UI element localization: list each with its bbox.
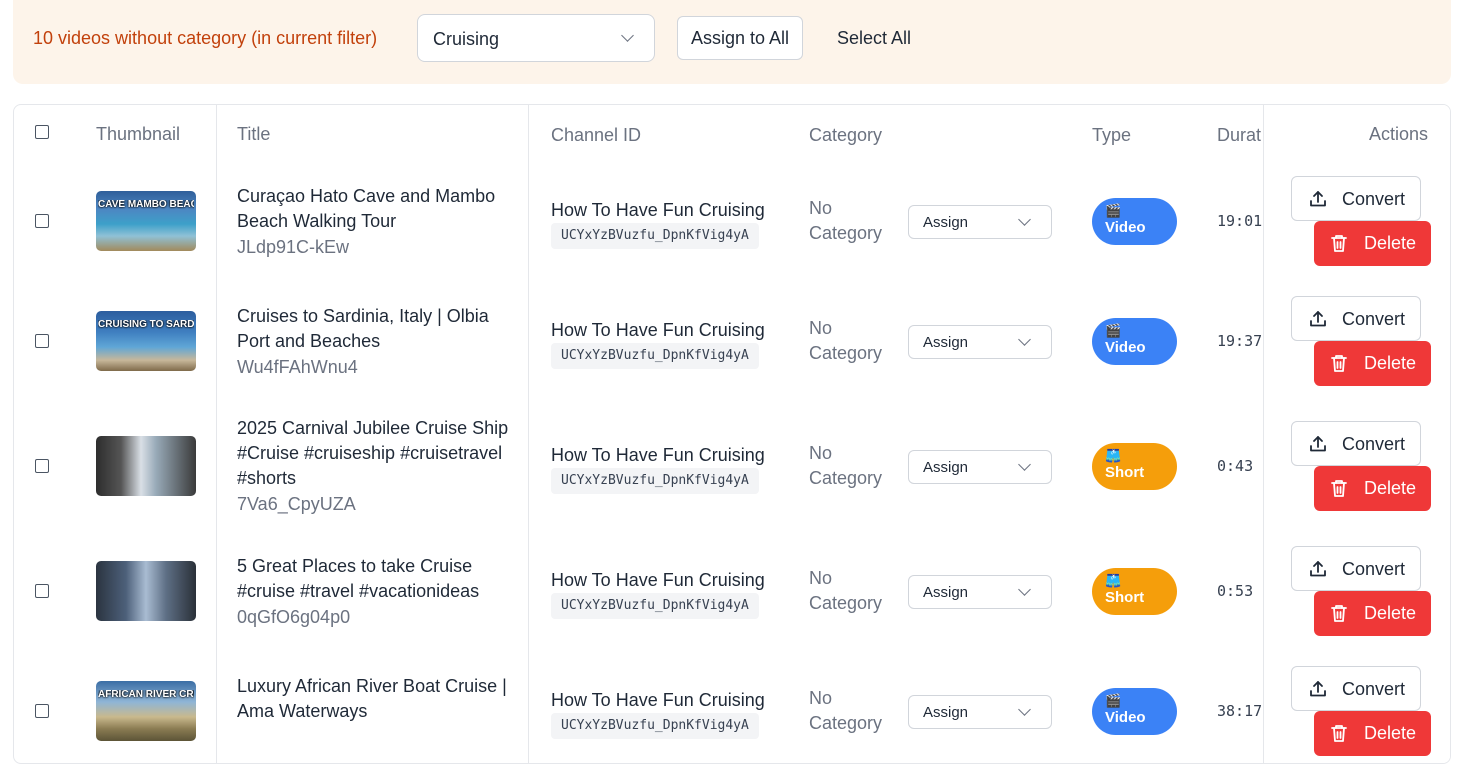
convert-label: Convert xyxy=(1342,189,1406,209)
video-thumbnail[interactable] xyxy=(96,436,196,496)
chevron-down-icon xyxy=(621,29,634,42)
delete-button[interactable]: Delete xyxy=(1314,466,1431,511)
row-checkbox[interactable] xyxy=(35,334,49,348)
video-thumbnail[interactable] xyxy=(96,561,196,621)
video-title: 2025 Carnival Jubilee Cruise Ship #Cruis… xyxy=(237,418,509,488)
upload-icon xyxy=(1310,436,1326,452)
convert-button[interactable]: Convert xyxy=(1291,666,1421,711)
assign-select-label: Assign xyxy=(923,459,969,476)
convert-label: Convert xyxy=(1342,309,1406,329)
row-checkbox[interactable] xyxy=(35,704,49,718)
video-id: 0qGfO6g04p0 xyxy=(237,606,351,627)
upload-icon xyxy=(1310,561,1326,577)
video-id: JLdp91C-kEw xyxy=(237,236,350,257)
delete-label: Delete xyxy=(1364,353,1417,373)
type-icon: 🎬 xyxy=(1105,323,1122,338)
chevron-down-icon xyxy=(1018,333,1031,346)
trash-icon xyxy=(1331,605,1347,622)
assign-category-select[interactable]: Assign xyxy=(908,695,1052,729)
trash-icon xyxy=(1331,480,1347,497)
category-label: No Category xyxy=(809,443,883,488)
type-badge: 🎬 Video xyxy=(1092,318,1177,365)
uncategorized-count-message: 10 videos without category (in current f… xyxy=(33,28,378,48)
assign-select-label: Assign xyxy=(923,334,969,351)
type-label: Video xyxy=(1105,339,1146,356)
duration: 0:43 xyxy=(1217,457,1254,475)
type-label: Video xyxy=(1105,709,1146,726)
channel-id: UCYxYzBVuzfu_DpnKfVig4yA xyxy=(551,468,759,494)
channel-name: How To Have Fun Cruising xyxy=(551,320,765,340)
video-thumbnail[interactable]: CRUISING TO SARDINIA xyxy=(96,311,196,371)
duration: 19:37 xyxy=(1217,332,1263,350)
convert-label: Convert xyxy=(1342,679,1406,699)
channel-id: UCYxYzBVuzfu_DpnKfVig4yA xyxy=(551,343,759,369)
channel-id: UCYxYzBVuzfu_DpnKfVig4yA xyxy=(551,593,759,619)
channel-id: UCYxYzBVuzfu_DpnKfVig4yA xyxy=(551,223,759,249)
category-select[interactable]: Cruising xyxy=(417,14,655,62)
row-checkbox[interactable] xyxy=(35,584,49,598)
category-label: No Category xyxy=(809,688,883,733)
table-row: AFRICAN RIVER CRUISE Luxury African Rive… xyxy=(14,105,1450,741)
type-badge: 🩳 Short xyxy=(1092,443,1177,490)
convert-label: Convert xyxy=(1342,559,1406,579)
channel-name: How To Have Fun Cruising xyxy=(551,445,765,465)
video-title: 5 Great Places to take Cruise #cruise #t… xyxy=(237,555,480,601)
convert-button[interactable]: Convert xyxy=(1291,176,1421,221)
channel-name: How To Have Fun Cruising xyxy=(551,690,765,710)
video-title: Luxury African River Boat Cruise | Ama W… xyxy=(237,675,507,721)
delete-button[interactable]: Delete xyxy=(1314,341,1431,386)
channel-id: UCYxYzBVuzfu_DpnKfVig4yA xyxy=(551,713,759,739)
type-icon: 🩳 xyxy=(1105,573,1122,588)
header-actions: Actions xyxy=(1369,124,1429,144)
uncategorized-banner: 10 videos without category (in current f… xyxy=(13,0,1451,84)
row-checkbox[interactable] xyxy=(35,459,49,473)
assign-category-select[interactable]: Assign xyxy=(908,575,1052,609)
assign-select-label: Assign xyxy=(923,704,969,721)
video-thumbnail[interactable]: AFRICAN RIVER CRUISE xyxy=(96,681,196,741)
upload-icon xyxy=(1310,681,1326,697)
trash-icon xyxy=(1331,235,1347,252)
video-id: 7Va6_CpyUZA xyxy=(237,494,356,514)
delete-button[interactable]: Delete xyxy=(1314,591,1431,636)
type-label: Short xyxy=(1105,464,1145,481)
video-id: Wu4fFAhWnu4 xyxy=(237,356,358,377)
category-label: No Category xyxy=(809,568,883,613)
assign-select-label: Assign xyxy=(923,584,969,601)
videos-table: Thumbnail Title Channel ID Category Type… xyxy=(13,104,1451,764)
upload-icon xyxy=(1310,311,1326,327)
convert-button[interactable]: Convert xyxy=(1291,421,1421,466)
trash-icon xyxy=(1331,725,1347,742)
category-select-value: Cruising xyxy=(433,29,500,49)
chevron-down-icon xyxy=(1018,583,1031,596)
chevron-down-icon xyxy=(1018,703,1031,716)
convert-button[interactable]: Convert xyxy=(1291,546,1421,591)
trash-icon xyxy=(1331,355,1347,372)
convert-label: Convert xyxy=(1342,434,1406,454)
thumbnail-caption: AFRICAN RIVER CRUISE xyxy=(98,690,194,700)
assign-category-select[interactable]: Assign xyxy=(908,450,1052,484)
upload-icon xyxy=(1310,191,1326,207)
delete-label: Delete xyxy=(1364,478,1417,498)
delete-label: Delete xyxy=(1364,233,1417,253)
type-label: Short xyxy=(1105,589,1145,606)
delete-button[interactable]: Delete xyxy=(1314,221,1431,266)
category-label: No Category xyxy=(809,318,883,363)
duration: 38:17 xyxy=(1217,702,1263,720)
thumbnail-caption: CRUISING TO SARDINIA xyxy=(98,320,194,330)
select-all-button[interactable]: Select All xyxy=(837,28,911,49)
delete-label: Delete xyxy=(1364,603,1417,623)
convert-button[interactable]: Convert xyxy=(1291,296,1421,341)
column-divider xyxy=(1263,105,1264,763)
assign-to-all-button[interactable]: Assign to All xyxy=(677,16,803,60)
type-icon: 🩳 xyxy=(1105,448,1122,463)
channel-name: How To Have Fun Cruising xyxy=(551,570,765,590)
chevron-down-icon xyxy=(1018,458,1031,471)
type-icon: 🎬 xyxy=(1105,693,1122,708)
type-badge: 🎬 Video xyxy=(1092,688,1177,735)
video-title: Cruises to Sardinia, Italy | Olbia Port … xyxy=(237,305,489,351)
type-badge: 🩳 Short xyxy=(1092,568,1177,615)
assign-category-select[interactable]: Assign xyxy=(908,325,1052,359)
duration: 0:53 xyxy=(1217,582,1254,600)
